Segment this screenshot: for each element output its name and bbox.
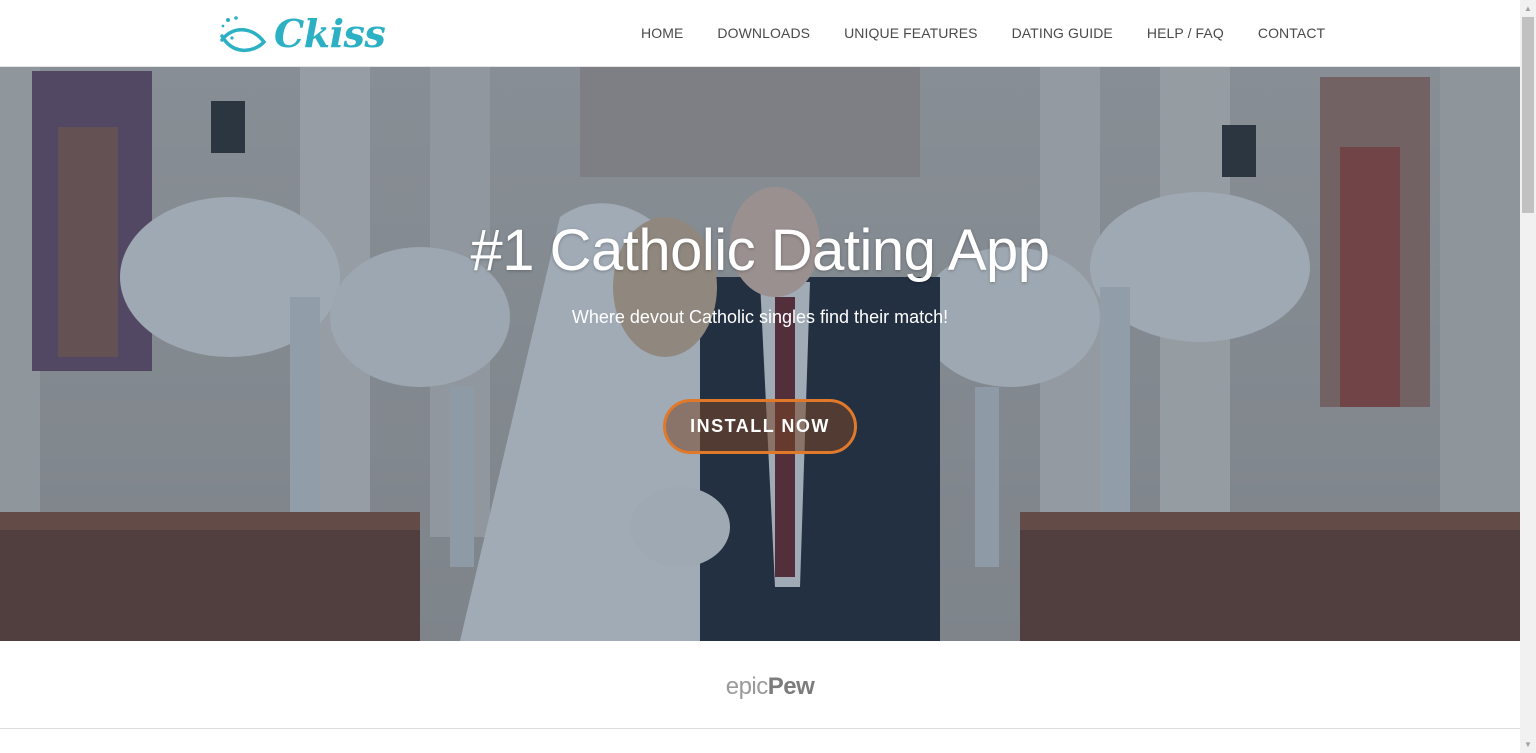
hero-overlay <box>0 67 1520 641</box>
fish-icon <box>220 16 267 52</box>
site-header: Ckiss HOME DOWNLOADS UNIQUE FEATURES DAT… <box>0 0 1520 67</box>
chevron-down-icon[interactable]: ▼ <box>1520 736 1536 753</box>
nav-item-unique-features[interactable]: UNIQUE FEATURES <box>827 0 994 67</box>
nav-item-help-faq[interactable]: HELP / FAQ <box>1130 0 1241 67</box>
nav-item-downloads[interactable]: DOWNLOADS <box>700 0 827 67</box>
scroll-thumb[interactable] <box>1522 17 1534 213</box>
press-strip: epicPew <box>0 641 1520 729</box>
install-now-button[interactable]: INSTALL NOW <box>663 399 857 454</box>
nav-item-dating-guide[interactable]: DATING GUIDE <box>995 0 1130 67</box>
site-logo[interactable]: Ckiss <box>218 11 386 56</box>
hero-title: #1 Catholic Dating App <box>470 218 1050 283</box>
press-logo-part1: epic <box>725 673 769 700</box>
nav-item-contact[interactable]: CONTACT <box>1241 0 1325 67</box>
hero-section: #1 Catholic Dating App Where devout Cath… <box>0 67 1520 641</box>
nav-item-home[interactable]: HOME <box>624 0 700 67</box>
press-logo-part2: Pew <box>767 673 815 700</box>
page-scrollbar[interactable]: ▲ ▼ <box>1520 0 1536 753</box>
main-nav: HOME DOWNLOADS UNIQUE FEATURES DATING GU… <box>624 0 1325 67</box>
hero-subtitle: Where devout Catholic singles find their… <box>571 307 949 327</box>
epicpew-logo[interactable]: epicPew <box>0 673 1536 701</box>
brand-name: Ckiss <box>274 11 386 56</box>
chevron-up-icon[interactable]: ▲ <box>1520 0 1536 17</box>
